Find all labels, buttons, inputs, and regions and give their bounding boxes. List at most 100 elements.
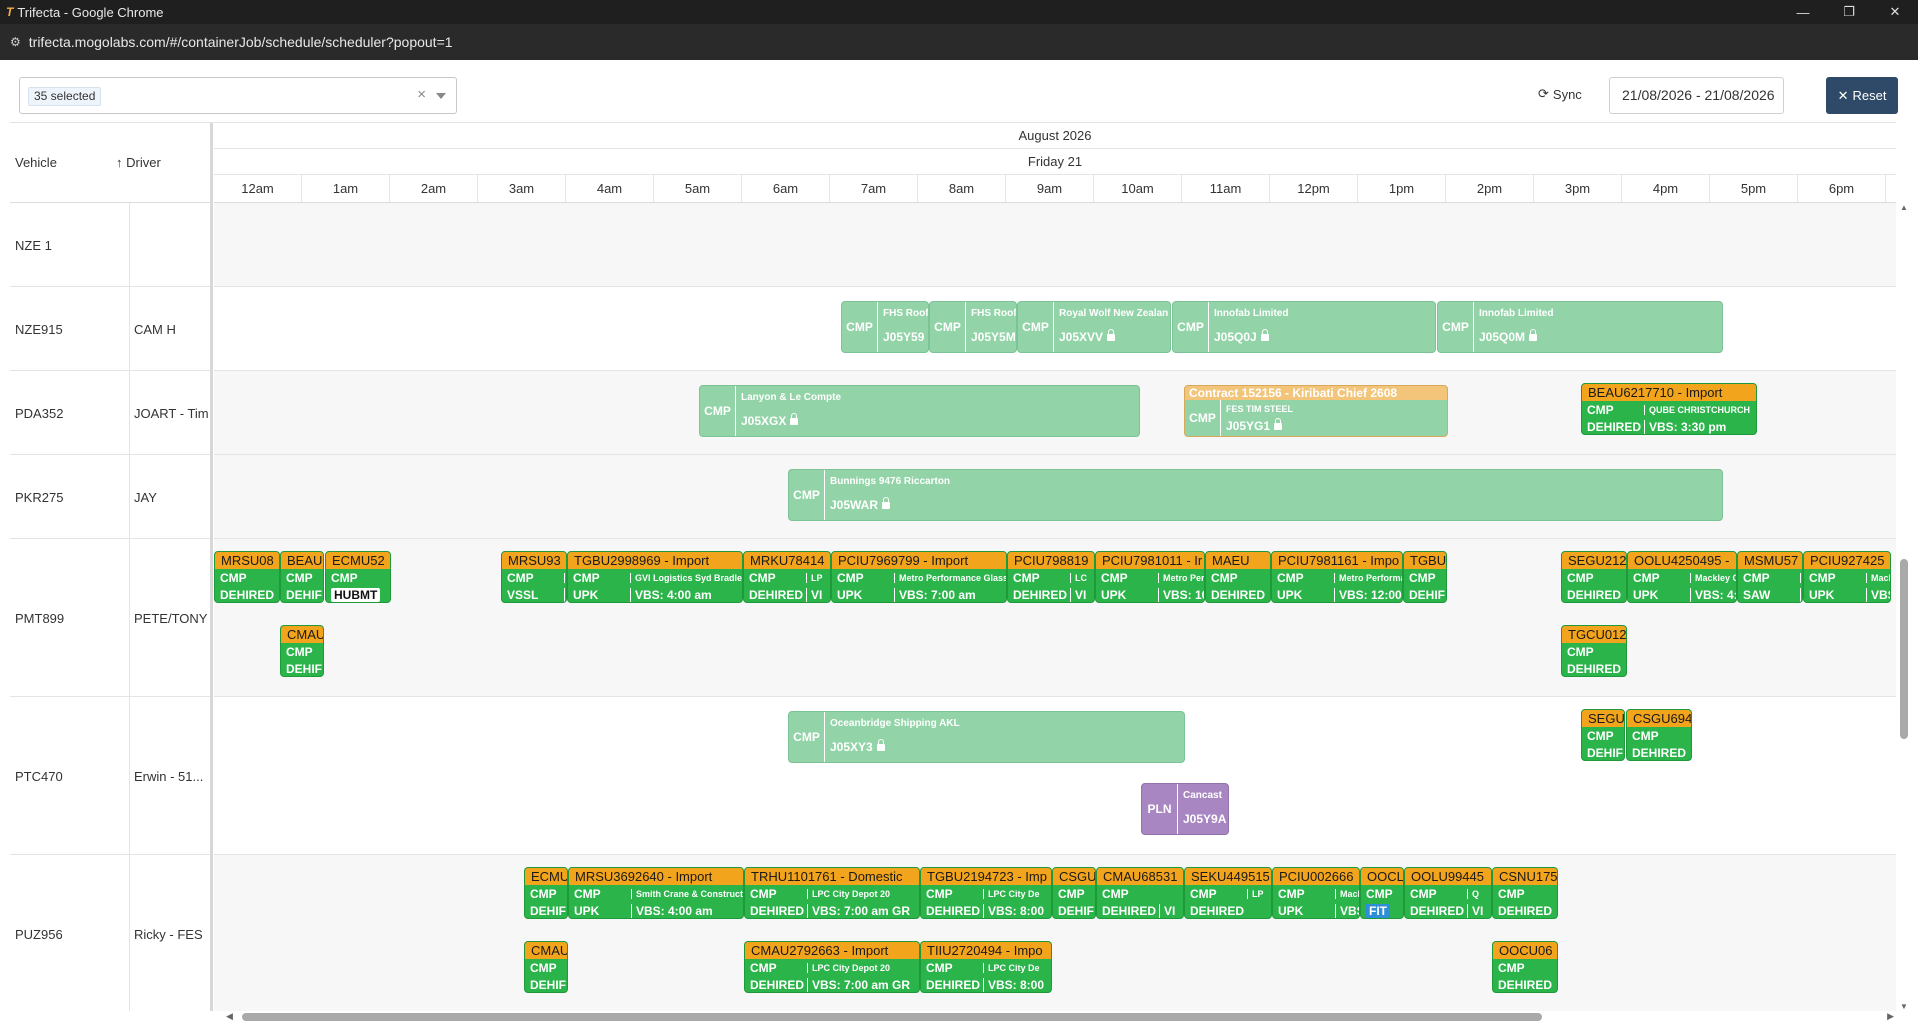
container-event[interactable]: PCIU798819 CMP DEHIRED LC VI: [1007, 551, 1095, 603]
container-title: SEKU449515: [1185, 868, 1271, 885]
scroll-up-icon[interactable]: ▲: [1900, 203, 1908, 212]
job-event[interactable]: CMP FHS Roofi J05Y5M: [929, 301, 1017, 353]
lock-icon: [1260, 329, 1269, 341]
resource-filter-select[interactable]: 35 selected ×: [19, 77, 457, 114]
clear-icon[interactable]: ×: [417, 86, 426, 103]
container-event[interactable]: OOLU4250495 - CMP UPK Mackley Carr VBS: 4:00: [1627, 551, 1737, 603]
vertical-scrollbar[interactable]: ▲ ▼: [1898, 203, 1910, 1011]
resource-row[interactable]: NZE 1: [10, 203, 210, 287]
job-event[interactable]: CMP FHS Roofi J05Y59: [841, 301, 929, 353]
container-event[interactable]: PCIU7981011 - Ir CMP UPK Metro Perfor VBS: 1…: [1095, 551, 1205, 603]
job-event[interactable]: CMP Bunnings 9476 Riccarton J05WAR: [788, 469, 1723, 521]
container-event[interactable]: TGBU2998969 - Import CMP UPK GVI Logistics …: [567, 551, 743, 603]
scroll-left-icon[interactable]: ◀: [226, 1011, 233, 1022]
horizontal-scroll-thumb[interactable]: [242, 1013, 1542, 1021]
horizontal-scrollbar[interactable]: ◀ ▶: [224, 1011, 1896, 1023]
container-event[interactable]: MRSU3692640 - Import CMP UPK Smith Crane & …: [568, 867, 744, 919]
container-event[interactable]: TRHU1101761 - Domestic CMP DEHIRED LPC City…: [744, 867, 920, 919]
hour-label: 6pm: [1798, 175, 1886, 202]
resource-row[interactable]: PDA352 JOART - Tim: [10, 371, 210, 455]
container-event[interactable]: TGCU012 CMP DEHIRED: [1561, 625, 1627, 677]
container-status: CMP: [331, 571, 358, 585]
job-event[interactable]: CMP Royal Wolf New Zealan J05XVV: [1017, 301, 1171, 353]
container-event[interactable]: PCIU927425 CMP UPK Mackley VBS: 6: [1803, 551, 1891, 603]
container-vbs: VBS: 6: [1866, 588, 1890, 602]
date-range-input[interactable]: 21/08/2026 - 21/08/2026: [1609, 77, 1784, 114]
container-vbs: VBS: 1: [1335, 904, 1359, 918]
container-event[interactable]: MRSU93CMPVSSLLyttVB: [501, 551, 567, 603]
url-text[interactable]: trifecta.mogolabs.com/#/containerJob/sch…: [29, 34, 453, 50]
chevron-down-icon[interactable]: [436, 93, 446, 99]
container-status: CMP: [1013, 571, 1040, 585]
container-event[interactable]: CMAU CMP DEHIF: [524, 941, 568, 993]
container-event[interactable]: PCIU7981161 - Impo CMP UPK Metro Performan V…: [1271, 551, 1403, 603]
container-event[interactable]: MSMU57CMPSAWLyttVB: [1737, 551, 1803, 603]
container-event[interactable]: BEAU CMP DEHIF: [280, 551, 324, 603]
container-event[interactable]: SEGU212 CMP DEHIRED: [1561, 551, 1627, 603]
job-event[interactable]: CMP Innofab Limited J05Q0M: [1437, 301, 1723, 353]
reset-button[interactable]: ✕ Reset: [1826, 77, 1898, 114]
scroll-right-icon[interactable]: ▶: [1887, 1011, 1894, 1022]
driver-column-header[interactable]: ↑ Driver: [116, 155, 161, 170]
container-event[interactable]: CMAU2792663 - Import CMP DEHIRED LPC City D…: [744, 941, 920, 993]
restore-button[interactable]: ❐: [1826, 0, 1872, 24]
container-event[interactable]: ECMU52 CMP HUBMT: [325, 551, 391, 603]
container-event[interactable]: CSNU175 CMP DEHIRED: [1492, 867, 1558, 919]
resource-row[interactable]: PUZ956 Ricky - FES: [10, 855, 210, 1011]
vehicle-column-header[interactable]: Vehicle: [15, 155, 57, 170]
container-status: CMP: [1278, 887, 1305, 901]
container-event[interactable]: OOCL CMP FIT: [1360, 867, 1404, 919]
container-event[interactable]: PCIU002666 CMP UPK Mackley VBS: 1: [1272, 867, 1360, 919]
container-event[interactable]: TGBU CMP DEHIF: [1403, 551, 1447, 603]
container-title: SEGU: [1582, 710, 1624, 727]
container-event[interactable]: OOLU99445 CMP DEHIRED Q VI: [1404, 867, 1492, 919]
container-location: GVI Logistics Syd Bradley: [630, 573, 742, 583]
driver-name: CAM H: [134, 322, 176, 337]
hour-label: 3pm: [1534, 175, 1622, 202]
container-state: DEHIRED: [1013, 588, 1068, 602]
job-event[interactable]: CMP Innofab Limited J05Q0J: [1172, 301, 1436, 353]
container-title: PCIU002666: [1273, 868, 1359, 885]
container-location: QUBE CHRISTCHURCH: [1644, 405, 1750, 415]
container-event[interactable]: ECMU CMP DEHIF: [524, 867, 568, 919]
container-event[interactable]: CSGU CMP DEHIF: [1052, 867, 1096, 919]
container-status: CMP: [507, 571, 534, 585]
container-event[interactable]: MAEU CMP DEHIRED: [1205, 551, 1271, 603]
job-status-tag: CMP: [842, 302, 878, 352]
job-event[interactable]: CMP Lanyon & Le Compte J05XGX: [699, 385, 1140, 437]
resource-row[interactable]: PTC470 Erwin - 51...: [10, 697, 210, 855]
contract-event[interactable]: Contract 152156 - Kiribati Chief 2608 CMP…: [1184, 385, 1448, 437]
container-event[interactable]: CMAU CMP DEHIF: [280, 625, 324, 677]
vertical-scroll-thumb[interactable]: [1900, 559, 1908, 739]
container-event[interactable]: CMAU68531 CMP DEHIRED VI: [1096, 867, 1184, 919]
hour-label: 6am: [742, 175, 830, 202]
container-event[interactable]: TGBU2194723 - Imp CMP DEHIRED LPC City De VB…: [920, 867, 1052, 919]
container-event[interactable]: MRKU78414 CMP DEHIRED LP VI: [743, 551, 831, 603]
resource-row[interactable]: PMT899 PETE/TONY: [10, 539, 210, 697]
timeline-row[interactable]: [214, 203, 1896, 287]
resource-row[interactable]: NZE915 CAM H: [10, 287, 210, 371]
planned-event[interactable]: PLN Cancast J05Y9A: [1141, 783, 1229, 835]
sync-button[interactable]: ⟳ Sync: [1538, 86, 1582, 102]
timeline-month: August 2026: [214, 123, 1896, 149]
container-state: DEHIRED: [926, 978, 981, 992]
job-customer: FHS Roofi: [883, 308, 929, 319]
container-event[interactable]: SEKU449515 CMP DEHIRED LP: [1184, 867, 1272, 919]
container-title: CSGU694: [1627, 710, 1691, 727]
job-event[interactable]: CMP Oceanbridge Shipping AKL J05XY3: [788, 711, 1185, 763]
container-event[interactable]: CSGU694 CMP DEHIRED: [1626, 709, 1692, 761]
scheduler-toolbar: 35 selected × ⟳ Sync 21/08/2026 - 21/08/…: [0, 60, 1918, 122]
resource-row[interactable]: PKR275 JAY: [10, 455, 210, 539]
container-event[interactable]: BEAU6217710 - Import CMP DEHIRED QUBE CHRIS…: [1581, 383, 1757, 435]
site-info-icon[interactable]: ⚙: [10, 35, 21, 49]
container-event[interactable]: OOCU06 CMP DEHIRED: [1492, 941, 1558, 993]
container-event[interactable]: SEGU CMP DEHIF: [1581, 709, 1625, 761]
container-title: PCIU7981161 - Impo: [1272, 552, 1402, 569]
container-event[interactable]: TIIU2720494 - Impo CMP DEHIRED LPC City De V…: [920, 941, 1052, 993]
address-bar[interactable]: ⚙ trifecta.mogolabs.com/#/containerJob/s…: [0, 24, 1918, 60]
scroll-down-icon[interactable]: ▼: [1900, 1002, 1908, 1011]
close-window-button[interactable]: ✕: [1872, 0, 1918, 24]
container-event[interactable]: PCIU7969799 - Import CMP UPK Metro Performa…: [831, 551, 1007, 603]
container-event[interactable]: MRSU08 CMP DEHIRED: [214, 551, 280, 603]
minimize-button[interactable]: —: [1780, 0, 1826, 24]
